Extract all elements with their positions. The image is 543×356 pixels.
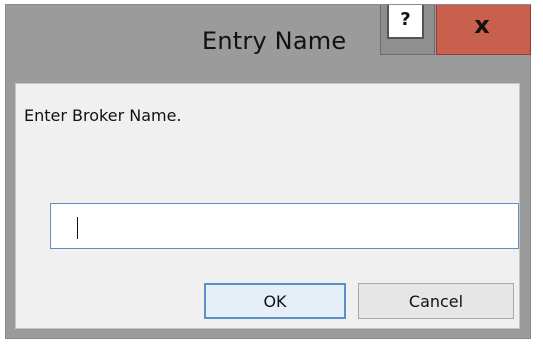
ok-button[interactable]: OK — [204, 283, 346, 319]
cancel-button[interactable]: Cancel — [358, 283, 514, 319]
window-title: Entry Name — [202, 27, 347, 55]
text-cursor — [77, 217, 78, 239]
close-icon: x — [474, 11, 490, 39]
broker-name-input[interactable] — [50, 203, 519, 249]
dialog-window: Entry Name ? x Enter Broker Name. OK Can… — [5, 4, 531, 339]
help-icon: ? — [387, 5, 424, 39]
prompt-label: Enter Broker Name. — [24, 106, 182, 125]
dialog-body: Enter Broker Name. OK Cancel — [15, 83, 520, 329]
title-bar[interactable]: Entry Name ? x — [6, 5, 531, 83]
help-button[interactable]: ? — [380, 5, 435, 55]
close-button[interactable]: x — [436, 5, 531, 55]
